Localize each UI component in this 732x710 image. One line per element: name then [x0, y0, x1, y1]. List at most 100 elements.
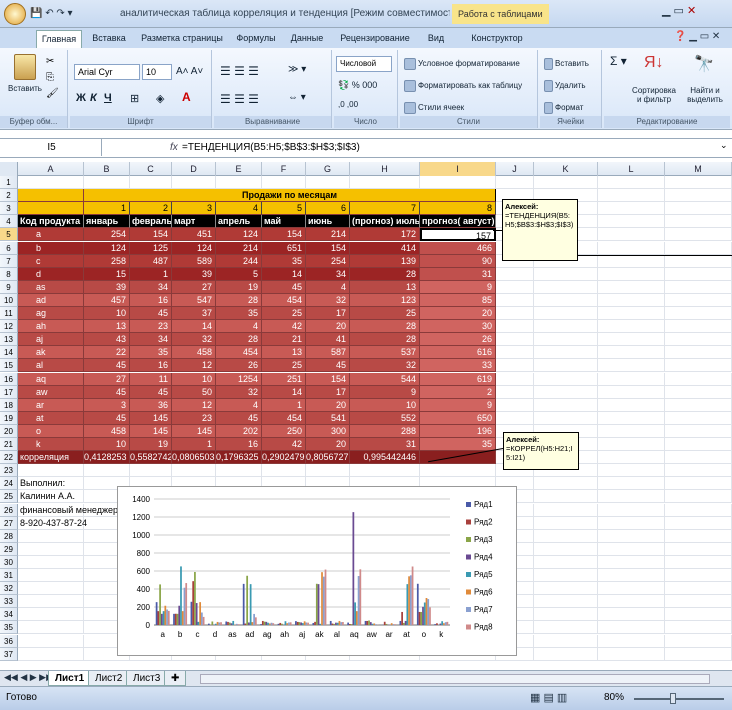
align-left-icon[interactable]: ☰ ☰ ☰ — [220, 92, 259, 106]
cell[interactable]: 19 — [130, 438, 172, 452]
grid-cell[interactable] — [665, 202, 732, 216]
grid-cell[interactable] — [172, 176, 216, 190]
grid-cell[interactable] — [18, 346, 84, 360]
grid-cell[interactable] — [598, 503, 665, 517]
cell[interactable]: 23 — [130, 320, 172, 334]
grid-cell[interactable] — [350, 333, 420, 347]
grid-cell[interactable] — [262, 385, 306, 399]
grid-cell[interactable] — [665, 569, 732, 583]
grid-cell[interactable] — [350, 438, 420, 452]
cell[interactable]: 14 — [262, 267, 306, 281]
grid-cell[interactable] — [262, 189, 306, 203]
grid-cell[interactable] — [216, 267, 262, 281]
cell[interactable]: 9 — [420, 280, 496, 294]
grid-cell[interactable] — [420, 280, 496, 294]
cell[interactable]: 4 — [216, 320, 262, 334]
grid-cell[interactable] — [598, 254, 665, 268]
grid-cell[interactable] — [306, 176, 350, 190]
grid-cell[interactable] — [534, 582, 598, 596]
cell[interactable]: 16 — [130, 359, 172, 373]
cell[interactable]: 32 — [216, 385, 262, 399]
grid-cell[interactable] — [496, 280, 534, 294]
grid-cell[interactable] — [172, 254, 216, 268]
cell[interactable]: 28 — [216, 333, 262, 347]
sum-icon[interactable]: Σ ▾ — [610, 54, 627, 68]
grid-cell[interactable] — [18, 307, 84, 321]
grid-cell[interactable] — [18, 634, 84, 648]
cell[interactable]: 454 — [262, 411, 306, 425]
cell[interactable]: 42 — [262, 438, 306, 452]
grid-cell[interactable] — [665, 634, 732, 648]
cell[interactable]: aw — [18, 385, 84, 399]
column-header-D[interactable]: D — [172, 162, 216, 176]
grid-cell[interactable] — [534, 595, 598, 609]
cell[interactable]: 202 — [216, 424, 262, 438]
grid-cell[interactable] — [534, 398, 598, 412]
grid-cell[interactable] — [172, 307, 216, 321]
grid-cell[interactable] — [262, 307, 306, 321]
cell[interactable]: 11 — [130, 372, 172, 386]
grid-cell[interactable] — [665, 411, 732, 425]
grid-cell[interactable] — [420, 267, 496, 281]
grid-cell[interactable] — [216, 359, 262, 373]
row-header-6[interactable]: 6 — [0, 241, 18, 255]
grid-cell[interactable] — [665, 424, 732, 438]
cell[interactable]: 124 — [84, 241, 130, 255]
cell[interactable]: 39 — [84, 280, 130, 294]
format-table-button[interactable]: Форматировать как таблицу — [404, 80, 522, 92]
cell[interactable]: 26 — [216, 359, 262, 373]
grid-cell[interactable] — [172, 202, 216, 216]
cell[interactable]: 254 — [306, 254, 350, 268]
cell[interactable] — [420, 189, 496, 203]
grid-cell[interactable] — [496, 307, 534, 321]
column-header-cell[interactable]: Код продукта — [18, 215, 84, 229]
grid-cell[interactable] — [130, 372, 172, 386]
grid-cell[interactable] — [216, 202, 262, 216]
grid-cell[interactable] — [130, 385, 172, 399]
grid-cell[interactable] — [18, 503, 84, 517]
select-all-corner[interactable] — [0, 162, 18, 176]
grid-cell[interactable] — [216, 385, 262, 399]
row-header-25[interactable]: 25 — [0, 490, 18, 504]
grid-cell[interactable] — [216, 189, 262, 203]
grid-cell[interactable] — [18, 529, 84, 543]
grid-cell[interactable] — [18, 555, 84, 569]
row-header-26[interactable]: 26 — [0, 503, 18, 517]
grid-cell[interactable] — [496, 333, 534, 347]
paste-icon[interactable] — [14, 54, 36, 80]
grid-cell[interactable] — [496, 398, 534, 412]
grid-cell[interactable] — [216, 424, 262, 438]
cell[interactable]: 145 — [172, 424, 216, 438]
cell[interactable]: 1 — [262, 398, 306, 412]
grid-cell[interactable] — [262, 202, 306, 216]
grid-cell[interactable] — [18, 490, 84, 504]
row-header-15[interactable]: 15 — [0, 359, 18, 373]
cell[interactable]: as — [18, 280, 84, 294]
row-header-34[interactable]: 34 — [0, 608, 18, 622]
cell[interactable]: 10 — [350, 398, 420, 412]
grid-cell[interactable] — [172, 346, 216, 360]
horizontal-scrollbar[interactable] — [200, 674, 710, 684]
cell[interactable]: 20 — [420, 307, 496, 321]
cell[interactable]: 16 — [216, 438, 262, 452]
grid-cell[interactable] — [216, 411, 262, 425]
grid-cell[interactable] — [262, 333, 306, 347]
cell[interactable] — [130, 189, 172, 203]
sheet-nav-icon[interactable]: ◀◀ ◀ ▶ ▶▶ — [4, 672, 53, 683]
cell[interactable]: 17 — [306, 385, 350, 399]
grid-cell[interactable] — [18, 398, 84, 412]
grid-cell[interactable] — [534, 555, 598, 569]
grid-cell[interactable] — [598, 176, 665, 190]
cell[interactable]: 651 — [262, 241, 306, 255]
grid-cell[interactable] — [18, 215, 84, 229]
cell[interactable]: 154 — [130, 228, 172, 242]
correlation-cell[interactable]: 0,5582742 — [130, 451, 172, 465]
grid-cell[interactable] — [350, 202, 420, 216]
column-header-I[interactable]: I — [420, 162, 496, 176]
selected-cell[interactable]: 157 — [420, 228, 496, 242]
grid-cell[interactable] — [350, 189, 420, 203]
grid-cell[interactable] — [130, 228, 172, 242]
minimize-icon[interactable]: ▁ — [662, 5, 670, 17]
grid-cell[interactable] — [598, 529, 665, 543]
cell[interactable]: 123 — [350, 293, 420, 307]
